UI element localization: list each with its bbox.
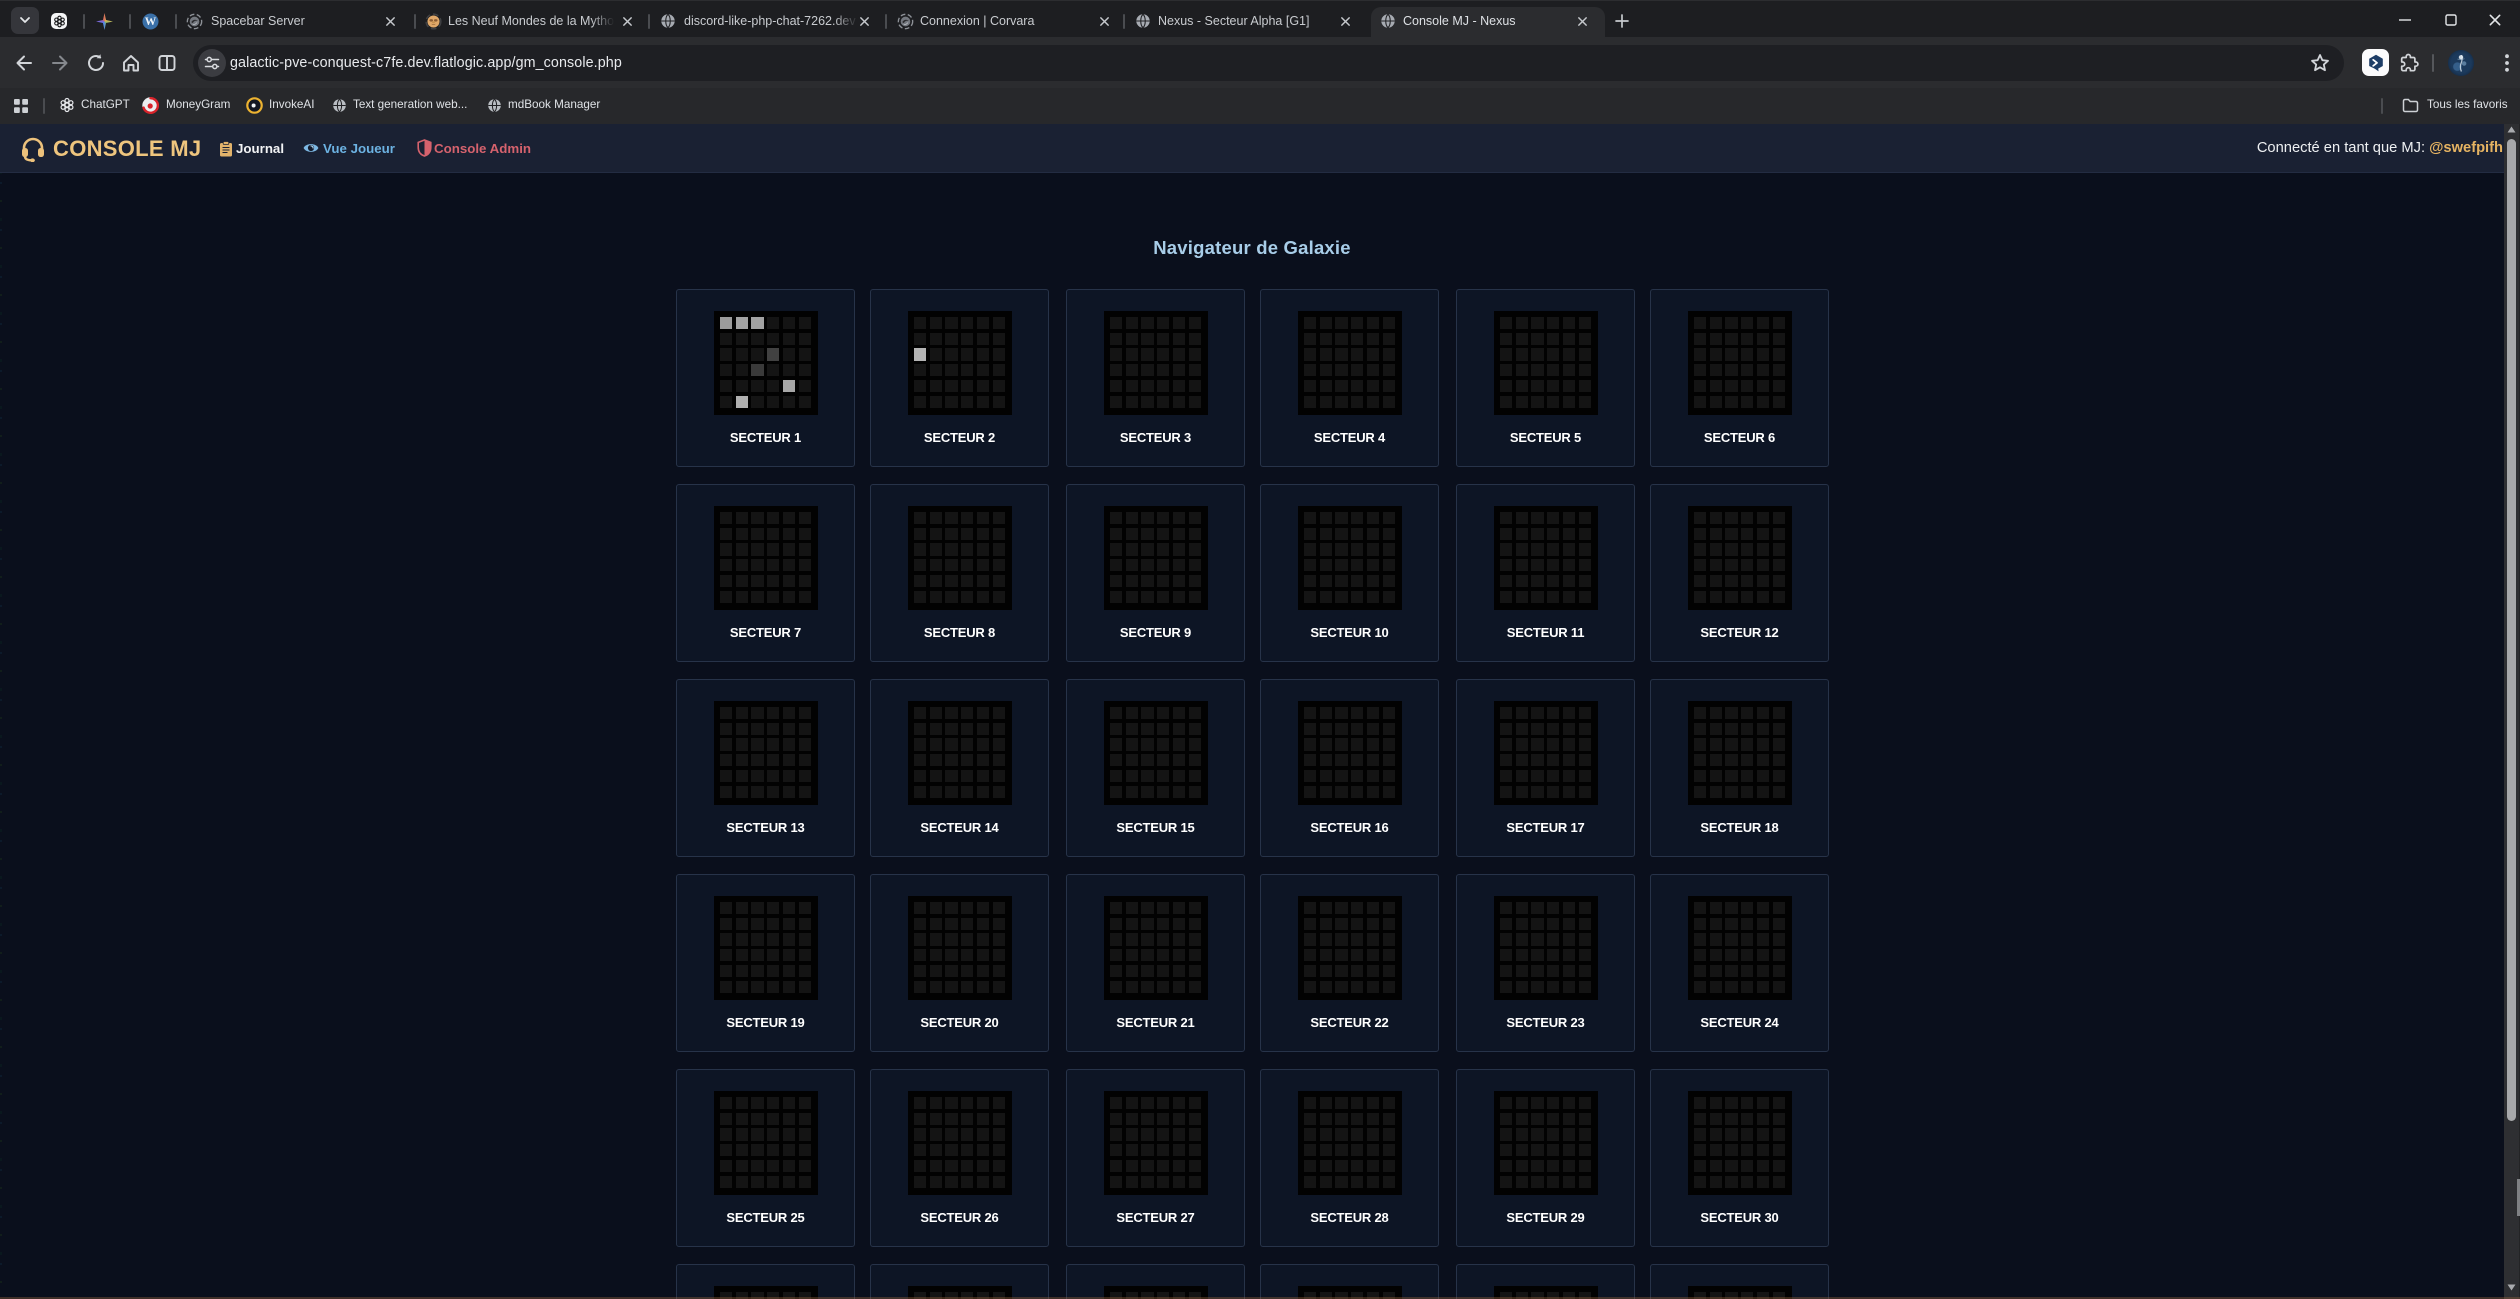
- svg-text:W: W: [145, 16, 157, 28]
